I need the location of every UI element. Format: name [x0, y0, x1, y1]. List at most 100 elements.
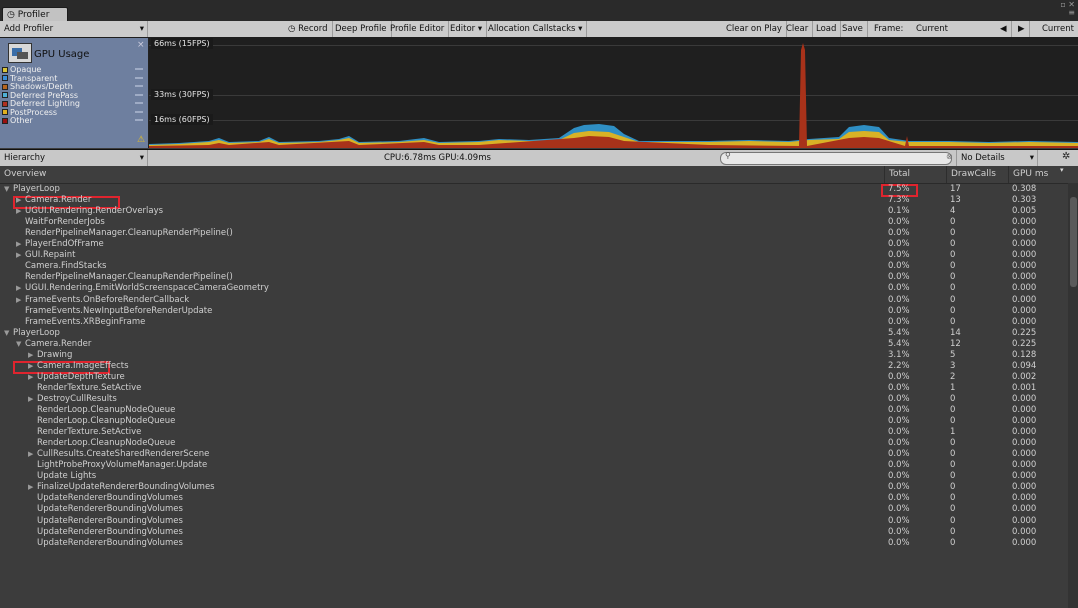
- header-gpu-ms[interactable]: GPU ms: [1008, 166, 1068, 183]
- collapsed-arrow-icon[interactable]: ▶: [28, 361, 37, 372]
- search-input[interactable]: ⚲: [720, 151, 952, 165]
- table-row[interactable]: UpdateRendererBoundingVolumes 0.0% 0 0.000: [0, 504, 1068, 515]
- header-overview[interactable]: Overview: [0, 166, 884, 183]
- table-row[interactable]: ▶ Camera.Render 7.3% 13 0.303: [0, 195, 1068, 206]
- legend-toggle-bar[interactable]: [135, 110, 143, 113]
- view-type-dropdown[interactable]: Hierarchy ▾: [0, 150, 148, 166]
- load-button[interactable]: Load: [812, 21, 842, 37]
- table-row[interactable]: Camera.FindStacks 0.0% 0 0.000: [0, 261, 1068, 272]
- collapsed-arrow-icon[interactable]: ▶: [28, 372, 37, 383]
- row-drawcalls: 0: [950, 294, 956, 305]
- table-row[interactable]: UpdateRendererBoundingVolumes 0.0% 0 0.000: [0, 538, 1068, 549]
- table-row[interactable]: ▶ Camera.ImageEffects 2.2% 3 0.094: [0, 361, 1068, 372]
- table-row[interactable]: ▼ PlayerLoop 7.5% 17 0.308: [0, 184, 1068, 195]
- add-profiler-dropdown[interactable]: Add Profiler ▾: [0, 21, 148, 37]
- table-row[interactable]: UpdateRendererBoundingVolumes 0.0% 0 0.000: [0, 527, 1068, 538]
- allocation-callstacks-dropdown[interactable]: Allocation Callstacks ▾: [484, 21, 588, 37]
- editor-dropdown[interactable]: Editor ▾: [446, 21, 488, 37]
- header-total[interactable]: Total: [884, 166, 946, 183]
- row-drawcalls: 5: [950, 349, 956, 360]
- legend-toggle-bar[interactable]: [135, 93, 143, 96]
- current-frame-button[interactable]: Current: [1038, 21, 1078, 37]
- dropdown-arrow-icon: ▾: [477, 24, 483, 34]
- table-row[interactable]: ▶ PlayerEndOfFrame 0.0% 0 0.000: [0, 239, 1068, 250]
- row-total: 0.0%: [888, 537, 910, 548]
- table-row[interactable]: ▶ UGUI.Rendering.EmitWorldScreenspaceCame…: [0, 283, 1068, 294]
- table-row[interactable]: RenderLoop.CleanupNodeQueue 0.0% 0 0.000: [0, 438, 1068, 449]
- table-row[interactable]: RenderTexture.SetActive 0.0% 1 0.000: [0, 427, 1068, 438]
- gpu-usage-graph[interactable]: 66ms (15FPS) 33ms (30FPS) 16ms (60FPS): [149, 38, 1078, 148]
- table-row[interactable]: RenderLoop.CleanupNodeQueue 0.0% 0 0.000: [0, 416, 1068, 427]
- expanded-arrow-icon[interactable]: ▼: [4, 184, 13, 195]
- profiler-tab[interactable]: ◷ Profiler: [2, 7, 68, 21]
- header-drawcalls[interactable]: DrawCalls: [946, 166, 1008, 183]
- table-row[interactable]: ▶ UpdateDepthTexture 0.0% 2 0.002: [0, 372, 1068, 383]
- table-row[interactable]: WaitForRenderJobs 0.0% 0 0.000: [0, 217, 1068, 228]
- clear-button[interactable]: Clear: [782, 21, 814, 37]
- legend-toggle-bar[interactable]: [135, 76, 143, 79]
- table-row[interactable]: RenderLoop.CleanupNodeQueue 0.0% 0 0.000: [0, 405, 1068, 416]
- collapsed-arrow-icon[interactable]: ▶: [16, 239, 25, 250]
- table-row[interactable]: ▶ UGUI.Rendering.RenderOverlays 0.1% 4 0.005: [0, 206, 1068, 217]
- collapsed-arrow-icon[interactable]: ▶: [28, 449, 37, 460]
- table-row[interactable]: ▶ Drawing 3.1% 5 0.128: [0, 350, 1068, 361]
- collapsed-arrow-icon[interactable]: ▶: [16, 295, 25, 306]
- prev-frame-button[interactable]: ◀: [996, 21, 1012, 37]
- gpu-usage-icon: [8, 43, 32, 63]
- legend-item-label: Other: [10, 116, 33, 125]
- row-gpu-ms: 0.000: [1012, 393, 1037, 404]
- legend-toggle-bar[interactable]: [135, 119, 143, 121]
- legend-swatch: [2, 66, 8, 73]
- details-dropdown[interactable]: No Details ▾: [956, 150, 1038, 166]
- table-row[interactable]: FrameEvents.XRBeginFrame 0.0% 0 0.000: [0, 317, 1068, 328]
- collapsed-arrow-icon[interactable]: ▶: [16, 195, 25, 206]
- collapsed-arrow-icon[interactable]: ▶: [28, 394, 37, 405]
- row-drawcalls: 0: [950, 537, 956, 548]
- table-row[interactable]: LightProbeProxyVolumeManager.Update 0.0% 0…: [0, 460, 1068, 471]
- record-button[interactable]: ◷ Record: [284, 21, 333, 37]
- table-row[interactable]: ▶ FinalizeUpdateRendererBoundingVolumes 0.…: [0, 482, 1068, 493]
- close-profiler-icon[interactable]: ×: [137, 40, 145, 50]
- table-row[interactable]: RenderPipelineManager.CleanupRenderPipel…: [0, 228, 1068, 239]
- table-row[interactable]: RenderPipelineManager.CleanupRenderPipel…: [0, 272, 1068, 283]
- table-row[interactable]: RenderTexture.SetActive 0.0% 1 0.001: [0, 383, 1068, 394]
- expanded-arrow-icon[interactable]: ▼: [4, 328, 13, 339]
- collapsed-arrow-icon[interactable]: ▶: [16, 206, 25, 217]
- table-row[interactable]: UpdateRendererBoundingVolumes 0.0% 0 0.000: [0, 493, 1068, 504]
- clear-search-icon[interactable]: ⊗: [946, 152, 953, 161]
- collapsed-arrow-icon[interactable]: ▶: [28, 482, 37, 493]
- legend-toggle-bar[interactable]: [135, 102, 143, 104]
- window-menu-icon[interactable]: ▫ ✕ ≡: [1060, 1, 1075, 17]
- row-gpu-ms: 0.000: [1012, 228, 1037, 239]
- table-row[interactable]: ▼ PlayerLoop 5.4% 14 0.225: [0, 328, 1068, 339]
- save-button[interactable]: Save: [838, 21, 868, 37]
- collapsed-arrow-icon[interactable]: ▶: [16, 250, 25, 261]
- legend-toggle-bar[interactable]: [135, 85, 143, 87]
- table-row[interactable]: Update Lights 0.0% 0 0.000: [0, 471, 1068, 482]
- table-row[interactable]: ▼ Camera.Render 5.4% 12 0.225: [0, 339, 1068, 350]
- table-row[interactable]: FrameEvents.NewInputBeforeRenderUpdate 0.…: [0, 306, 1068, 317]
- deep-profile-button[interactable]: Deep Profile: [331, 21, 392, 37]
- row-name-cell: ▼ PlayerLoop: [0, 328, 60, 339]
- legend-toggle-bar[interactable]: [135, 68, 143, 70]
- table-row[interactable]: ▶ CullResults.CreateSharedRendererScene 0.…: [0, 449, 1068, 460]
- table-row[interactable]: UpdateRendererBoundingVolumes 0.0% 0 0.000: [0, 516, 1068, 527]
- table-header: Overview Total DrawCalls GPU ms ▾: [0, 166, 1078, 184]
- settings-gear-icon[interactable]: ✲: [1062, 151, 1070, 162]
- row-drawcalls: 0: [950, 261, 956, 272]
- scrollbar-thumb[interactable]: [1070, 197, 1077, 287]
- clear-on-play-button[interactable]: Clear on Play: [722, 21, 787, 37]
- table-row[interactable]: ▶ DestroyCullResults 0.0% 0 0.000: [0, 394, 1068, 405]
- profile-editor-button[interactable]: Profile Editor: [386, 21, 450, 37]
- row-name-cell: RenderLoop.CleanupNodeQueue: [0, 416, 175, 427]
- legend-item[interactable]: Other: [2, 116, 33, 125]
- expanded-arrow-icon[interactable]: ▼: [16, 339, 25, 350]
- collapsed-arrow-icon[interactable]: ▶: [28, 350, 37, 361]
- row-name: Update Lights: [37, 471, 97, 482]
- table-row[interactable]: ▶ FrameEvents.OnBeforeRenderCallback 0.0% 0…: [0, 295, 1068, 306]
- next-frame-button[interactable]: ▶: [1014, 21, 1030, 37]
- collapsed-arrow-icon[interactable]: ▶: [16, 283, 25, 294]
- table-row[interactable]: ▶ GUI.Repaint 0.0% 0 0.000: [0, 250, 1068, 261]
- row-drawcalls: 0: [950, 460, 956, 471]
- frame-label-text: Frame:: [874, 24, 904, 34]
